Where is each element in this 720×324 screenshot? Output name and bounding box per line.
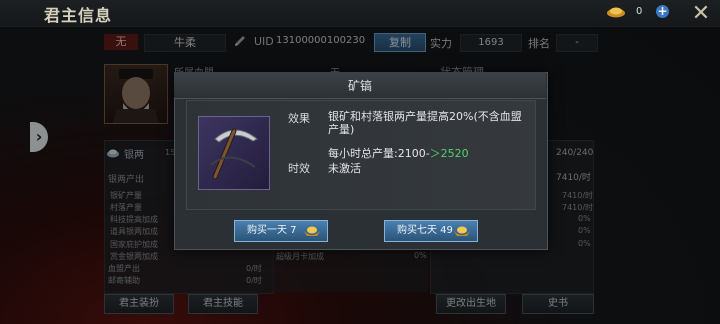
- coin-icon: [607, 7, 625, 18]
- hourly-output: 每小时总产量:2100-＞2520: [328, 145, 469, 161]
- item-slot: [198, 116, 270, 190]
- effect-label: 效果: [288, 112, 310, 125]
- buy-seven-days-button[interactable]: 购买七天 49: [384, 220, 478, 242]
- time-label: 时效: [288, 162, 310, 175]
- plus-icon[interactable]: +: [656, 5, 669, 18]
- buy-one-day-button[interactable]: 购买一天 7: [234, 220, 328, 242]
- page-title: 君主信息: [44, 6, 113, 25]
- gold-ingot-icon: [454, 226, 470, 236]
- effect-text: 银矿和村落银两产量提高20%(不含血盟产量): [328, 110, 522, 136]
- buy-seven-days-label: 购买七天 49: [397, 225, 453, 236]
- pickaxe-icon: [210, 128, 258, 180]
- buy-one-day-label: 购买一天 7: [247, 225, 297, 236]
- hourly-output-new: ＞2520: [429, 147, 469, 160]
- coin-count: 0: [636, 6, 643, 17]
- gold-ingot-icon: [304, 226, 320, 236]
- dialog-title: 矿镐: [347, 79, 372, 93]
- hourly-output-current: 每小时总产量:2100-: [328, 147, 430, 160]
- close-icon[interactable]: ✕: [690, 3, 712, 25]
- time-value: 未激活: [328, 162, 361, 175]
